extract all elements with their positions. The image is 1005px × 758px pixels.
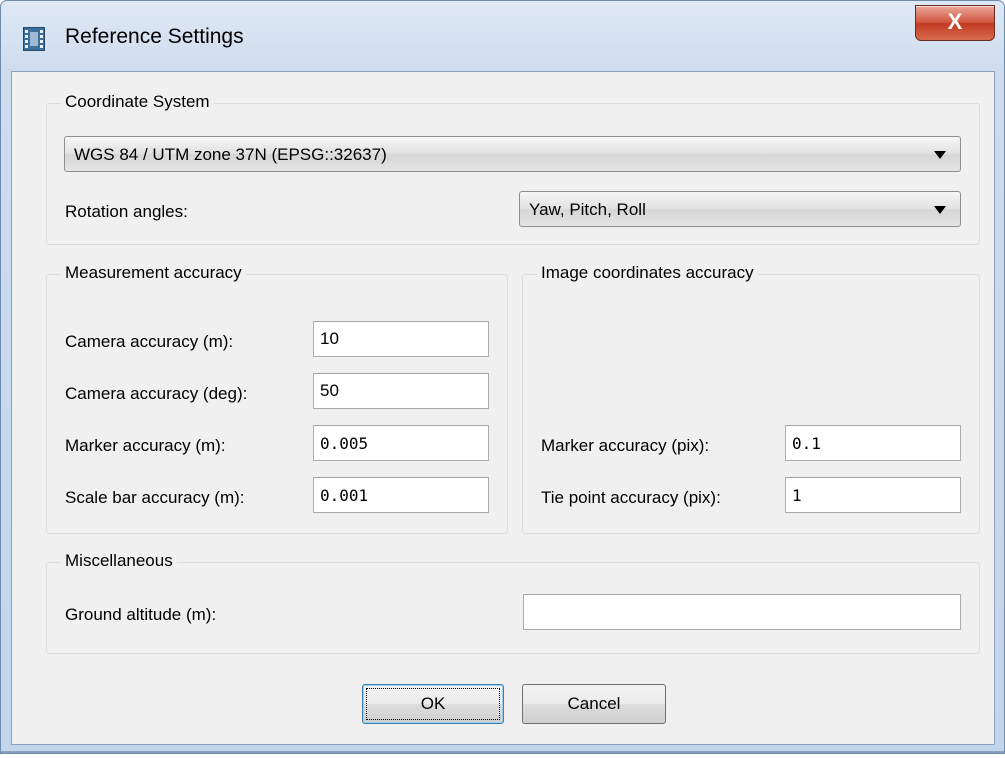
image-coordinates-accuracy-group-label: Image coordinates accuracy — [537, 263, 758, 283]
dropdown-arrow-icon — [934, 206, 946, 214]
measurement-accuracy-group-label: Measurement accuracy — [61, 263, 246, 283]
reference-settings-dialog: Reference Settings X Coordinate System W… — [0, 0, 1005, 754]
dialog-body: Coordinate System WGS 84 / UTM zone 37N … — [11, 71, 995, 745]
coordinate-system-group-label: Coordinate System — [61, 92, 214, 112]
camera-accuracy-deg-label: Camera accuracy (deg): — [65, 384, 248, 403]
focus-rectangle — [366, 688, 500, 720]
camera-accuracy-m-input[interactable] — [313, 321, 489, 357]
miscellaneous-group: Miscellaneous Ground altitude (m): — [46, 551, 980, 654]
title-bar[interactable]: Reference Settings X — [1, 1, 1004, 71]
cancel-button[interactable]: Cancel — [522, 684, 666, 724]
scale-bar-accuracy-input[interactable] — [313, 477, 489, 513]
coordinate-system-dropdown[interactable]: WGS 84 / UTM zone 37N (EPSG::32637) — [64, 136, 961, 172]
cancel-button-label: Cancel — [567, 694, 621, 713]
ground-altitude-label: Ground altitude (m): — [65, 605, 217, 624]
ground-altitude-input[interactable] — [523, 594, 961, 630]
film-strip-icon — [23, 27, 45, 51]
ok-button[interactable]: OK — [362, 684, 504, 724]
marker-accuracy-m-label: Marker accuracy (m): — [65, 436, 226, 455]
measurement-accuracy-group: Measurement accuracy Camera accuracy (m)… — [46, 263, 508, 534]
marker-accuracy-pix-label: Marker accuracy (pix): — [541, 436, 710, 455]
camera-accuracy-m-label: Camera accuracy (m): — [65, 332, 234, 351]
camera-accuracy-deg-input[interactable] — [313, 373, 489, 409]
tie-point-accuracy-label: Tie point accuracy (pix): — [541, 488, 721, 507]
rotation-angles-label: Rotation angles: — [65, 202, 188, 221]
rotation-angles-dropdown[interactable]: Yaw, Pitch, Roll — [519, 191, 961, 227]
miscellaneous-group-label: Miscellaneous — [61, 551, 177, 571]
dropdown-arrow-icon — [934, 151, 946, 159]
close-button[interactable]: X — [915, 5, 995, 41]
scale-bar-accuracy-label: Scale bar accuracy (m): — [65, 488, 245, 507]
tie-point-accuracy-input[interactable] — [785, 477, 961, 513]
coordinate-system-value: WGS 84 / UTM zone 37N (EPSG::32637) — [74, 145, 387, 164]
rotation-angles-value: Yaw, Pitch, Roll — [529, 200, 646, 219]
marker-accuracy-m-input[interactable] — [313, 425, 489, 461]
marker-accuracy-pix-input[interactable] — [785, 425, 961, 461]
image-coordinates-accuracy-group: Image coordinates accuracy Marker accura… — [522, 263, 980, 534]
dialog-title: Reference Settings — [65, 25, 244, 48]
coordinate-system-group: Coordinate System WGS 84 / UTM zone 37N … — [46, 92, 980, 245]
